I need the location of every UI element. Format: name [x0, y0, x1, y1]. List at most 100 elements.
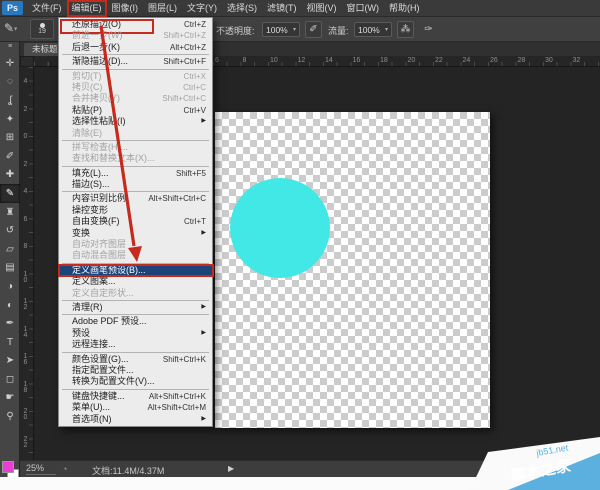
menu-item-转换为配置文件[interactable]: 转换为配置文件(V)... — [59, 376, 212, 387]
quick-selection-tool-icon[interactable]: ✦ — [0, 110, 20, 129]
foreground-color-swatch[interactable] — [2, 461, 14, 473]
menu-item-定义画笔预设[interactable]: 定义画笔预设(B)... — [59, 265, 212, 276]
menu-item-填充[interactable]: 填充(L)...Shift+F5 — [59, 168, 212, 179]
menu-item-label: 远程连接... — [72, 339, 116, 350]
brush-panel-icon[interactable]: ✑ — [420, 21, 437, 38]
menu-item-变换[interactable]: 变换▶ — [59, 228, 212, 239]
gradient-tool-icon[interactable]: ▤ — [0, 259, 20, 278]
menu-item-描边[interactable]: 描边(S)... — [59, 179, 212, 190]
menu-separator — [62, 69, 209, 70]
history-brush-tool-icon[interactable]: ↺ — [0, 221, 20, 240]
menu-item-还原描边[interactable]: 还原描边(O) Ctrl+Z — [59, 19, 212, 30]
menu-item-渐隐描边[interactable]: 渐隐描边(D)...Shift+Ctrl+F — [59, 56, 212, 67]
menu-item-label: 定义图案... — [72, 276, 116, 287]
zoom-tool-icon[interactable]: ⚲ — [0, 407, 20, 426]
menu-item-label: 描边(S)... — [72, 179, 110, 190]
menu-item-剪切: 剪切(T)Ctrl+X — [59, 71, 212, 82]
menu-item-shortcut: Ctrl+Z — [178, 19, 206, 30]
page-bottom-strip — [0, 477, 600, 490]
photoshop-window: Ps 文件(F)编辑(E)图像(I)图层(L)文字(Y)选择(S)滤镜(T)视图… — [0, 0, 600, 490]
move-tool-icon[interactable]: ✛ — [0, 54, 20, 73]
menu-item-指定配置文件[interactable]: 指定配置文件... — [59, 365, 212, 376]
brush-tool-icon[interactable]: ✎▾ — [4, 21, 17, 35]
menubar-item-帮助[interactable]: 帮助(H) — [384, 0, 425, 17]
menubar-item-图层[interactable]: 图层(L) — [143, 0, 182, 17]
h-ruler-label: 30 — [545, 57, 553, 64]
opacity-input[interactable]: 100% ▾ — [262, 22, 300, 37]
menu-item-后退一步[interactable]: 后退一步(K)Alt+Ctrl+Z — [59, 42, 212, 53]
menu-item-远程连接[interactable]: 远程连接... — [59, 339, 212, 350]
h-ruler-label: 16 — [353, 57, 361, 64]
collapse-panel-icon[interactable]: ≡ — [0, 43, 20, 50]
menubar-items: 文件(F)编辑(E)图像(I)图层(L)文字(Y)选择(S)滤镜(T)视图(V)… — [27, 0, 425, 17]
menu-item-label: 内容识别比例 — [72, 193, 126, 204]
blur-tool-icon[interactable]: ◑ — [0, 277, 20, 296]
lasso-tool-icon[interactable]: ʆ — [0, 91, 20, 110]
menu-separator — [62, 140, 209, 141]
brush-tool-icon[interactable]: ✎ — [0, 184, 20, 203]
v-ruler-label: 4 — [22, 78, 29, 84]
menu-item-shortcut: Ctrl+T — [178, 216, 206, 227]
menubar-item-滤镜[interactable]: 滤镜(T) — [262, 0, 302, 17]
menu-item-颜色设置[interactable]: 颜色设置(G)...Shift+Ctrl+K — [59, 354, 212, 365]
pressure-opacity-icon[interactable]: ✐ — [305, 21, 322, 38]
status-options-arrow-icon[interactable]: ▶ — [228, 464, 234, 473]
menu-item-清理[interactable]: 清理(R)▶ — [59, 302, 212, 313]
menu-item-定义自定形状: 定义自定形状... — [59, 288, 212, 299]
flow-input[interactable]: 100% ▾ — [354, 22, 392, 37]
opacity-caret-icon[interactable]: ▾ — [293, 26, 296, 33]
menu-item-选择性粘贴[interactable]: 选择性粘贴(I)▶ — [59, 116, 212, 127]
menu-item-查找和替换文本: 查找和替换文本(X)... — [59, 153, 212, 164]
eyedropper-tool-icon[interactable]: ✐ — [0, 147, 20, 166]
menubar-item-文件[interactable]: 文件(F) — [27, 0, 67, 17]
menu-item-自由变换[interactable]: 自由变换(F)Ctrl+T — [59, 216, 212, 227]
menu-item-shortcut: Ctrl+V — [178, 105, 206, 116]
menu-item-label: 还原描边(O) — [72, 19, 121, 30]
menu-item-shortcut: Alt+Ctrl+Z — [164, 42, 206, 53]
airbrush-icon[interactable]: ⁂ — [397, 21, 414, 38]
v-ruler-label: 12 — [22, 298, 29, 310]
menu-item-label: 前进一步(W) — [72, 30, 123, 41]
type-tool-icon[interactable]: T — [0, 333, 20, 352]
menu-item-操控变形[interactable]: 操控变形 — [59, 205, 212, 216]
pen-tool-icon[interactable]: ✒ — [0, 314, 20, 333]
menu-item-粘贴[interactable]: 粘贴(P)Ctrl+V — [59, 105, 212, 116]
menu-item-label: 清除(E) — [72, 128, 102, 139]
menu-item-shortcut: Shift+Ctrl+C — [156, 93, 206, 104]
flow-caret-icon[interactable]: ▾ — [385, 26, 388, 33]
v-ruler-label: 14 — [22, 326, 29, 338]
menu-item-首选项[interactable]: 首选项(N)▶ — [59, 414, 212, 425]
brush-preset-picker[interactable]: 19 — [30, 19, 54, 39]
menubar-item-选择[interactable]: 选择(S) — [222, 0, 262, 17]
menubar-item-编辑[interactable]: 编辑(E) — [67, 0, 107, 17]
zoom-level-field[interactable]: 25% — [26, 463, 56, 475]
eraser-tool-icon[interactable]: ▱ — [0, 240, 20, 259]
menu-item-菜单[interactable]: 菜单(U)...Alt+Shift+Ctrl+M — [59, 402, 212, 413]
dodge-tool-icon[interactable]: ◐ — [0, 296, 20, 315]
marquee-tool-icon[interactable]: ◌ — [0, 73, 20, 92]
h-ruler-label: 24 — [463, 57, 471, 64]
menubar-item-窗口[interactable]: 窗口(W) — [342, 0, 385, 17]
menu-item-Adobe PDF 预设[interactable]: Adobe PDF 预设... — [59, 316, 212, 327]
brush-size-value: 19 — [38, 28, 46, 36]
menu-item-预设[interactable]: 预设▶ — [59, 328, 212, 339]
ruler-origin-box[interactable] — [20, 56, 34, 67]
menu-item-shortcut: Shift+Ctrl+Z — [157, 30, 206, 41]
crop-tool-icon[interactable]: ⊞ — [0, 128, 20, 147]
menubar-item-视图[interactable]: 视图(V) — [302, 0, 342, 17]
menubar-item-文字[interactable]: 文字(Y) — [182, 0, 222, 17]
h-ruler-label: 32 — [573, 57, 581, 64]
menu-item-内容识别比例[interactable]: 内容识别比例Alt+Shift+Ctrl+C — [59, 193, 212, 204]
menubar-item-图像[interactable]: 图像(I) — [107, 0, 144, 17]
path-selection-tool-icon[interactable]: ➤ — [0, 352, 20, 371]
menu-item-键盘快捷键[interactable]: 键盘快捷键...Alt+Shift+Ctrl+K — [59, 391, 212, 402]
menu-item-定义图案[interactable]: 定义图案... — [59, 276, 212, 287]
menu-item-label: 首选项(N) — [72, 414, 112, 425]
canvas[interactable] — [215, 112, 490, 428]
hand-tool-icon[interactable]: ☛ — [0, 389, 20, 408]
healing-brush-tool-icon[interactable]: ✚ — [0, 166, 20, 185]
menu-item-label: Adobe PDF 预设... — [72, 316, 147, 327]
shape-tool-icon[interactable]: ◻ — [0, 370, 20, 389]
menu-item-label: 键盘快捷键... — [72, 391, 125, 402]
clone-stamp-tool-icon[interactable]: ♜ — [0, 203, 20, 222]
